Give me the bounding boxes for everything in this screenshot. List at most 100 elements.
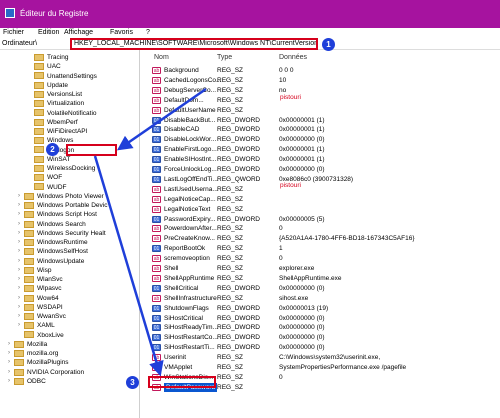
value-row[interactable]: ab Shell REG_SZ explorer.exe: [140, 264, 500, 273]
column-header-data[interactable]: Données: [279, 54, 307, 61]
tree-node[interactable]: › Wisp: [18, 266, 51, 275]
value-row[interactable]: 01 ShellCritical REG_DWORD 0x00000000 (0): [140, 284, 500, 293]
string-value-icon: ab: [152, 106, 161, 114]
value-row[interactable]: ab LastUsedUserna... REG_SZ: [140, 185, 500, 194]
tree-node[interactable]: › WwanSvc: [18, 312, 66, 321]
value-row[interactable]: ab PreCreateKnow... REG_SZ {A520A1A4-1780-4…: [140, 234, 500, 243]
value-row[interactable]: ab DefaultUserName REG_SZ: [140, 106, 500, 115]
value-row[interactable]: ab VMApplet REG_SZ SystemPropertiesPerforma…: [140, 363, 500, 372]
value-row[interactable]: ab Background REG_SZ 0 0 0: [140, 66, 500, 75]
tree-node[interactable]: › Windows Security Healt: [18, 229, 106, 238]
folder-icon: [34, 90, 44, 98]
tree-node[interactable]: › Windows Script Host: [18, 210, 97, 219]
binary-value-icon: 01: [152, 314, 161, 322]
value-row[interactable]: 01 LastLogOffEndTi... REG_QWORD 0xe8086c0 (…: [140, 175, 500, 184]
tree-node-label: WiFiDirectAPI: [47, 128, 88, 135]
value-data: 0 0 0: [279, 67, 294, 74]
value-row[interactable]: ab CachedLogonsCo... REG_SZ 10: [140, 76, 500, 85]
tree-node[interactable]: › WindowsRuntime: [18, 238, 88, 247]
tree-node[interactable]: › Mozilla: [8, 340, 47, 349]
menu-edition[interactable]: Edition: [38, 29, 59, 36]
value-row[interactable]: ab ShellInfrastructure REG_SZ sihost.exe: [140, 294, 500, 303]
tree-node-label: Mozilla: [27, 340, 48, 348]
value-row[interactable]: 01 SiHostRestartTi... REG_DWORD 0x00000000 …: [140, 343, 500, 352]
value-row[interactable]: 01 SiHostRestartCo... REG_DWORD 0x00000000 …: [140, 333, 500, 342]
value-row[interactable]: ab LegalNoticeText REG_SZ: [140, 205, 500, 214]
address-input[interactable]: HKEY_LOCAL_MACHINE\SOFTWARE\Microsoft\Wi…: [70, 38, 318, 50]
value-row[interactable]: 01 DisableBackBut... REG_DWORD 0x00000001 (…: [140, 116, 500, 125]
string-value-icon: ab: [152, 235, 161, 243]
tree-node[interactable]: › Windows Portable Devic: [18, 201, 107, 210]
folder-icon: [24, 257, 34, 265]
tree-node[interactable]: › XAML: [18, 321, 55, 330]
value-row[interactable]: ab PowerdownAfter... REG_SZ 0: [140, 224, 500, 233]
folder-icon: [24, 294, 34, 302]
tree-node-label: WUDF: [47, 183, 67, 191]
value-type: REG_QWORD: [217, 175, 261, 183]
string-value-icon: ab: [152, 86, 161, 94]
string-value-icon: ab: [152, 96, 161, 104]
tree-node[interactable]: WOF: [28, 173, 62, 182]
tree-node[interactable]: UAC: [28, 62, 61, 71]
value-row[interactable]: 01 EnableFirstLogo... REG_DWORD 0x00000001 …: [140, 145, 500, 154]
menu-favoris[interactable]: Favoris: [110, 29, 133, 36]
tree-node[interactable]: › Windows Photo Viewer: [18, 192, 104, 201]
string-value-icon: ab: [152, 255, 161, 263]
tree-node[interactable]: › Wow64: [18, 294, 59, 303]
tree-node[interactable]: WbemPerf: [28, 118, 78, 127]
tree-node[interactable]: UnattendSettings: [28, 72, 97, 81]
tree-node[interactable]: WiFiDirectAPI: [28, 127, 87, 136]
value-row[interactable]: ab DefaultDom... REG_SZ: [140, 96, 500, 105]
tree-node[interactable]: › WindowsSelfHost: [18, 247, 88, 256]
value-row[interactable]: 01 DisableCAD REG_DWORD 0x00000001 (1): [140, 125, 500, 134]
tree-node-label: WlanSvc: [37, 276, 63, 284]
column-header-type[interactable]: Type: [217, 54, 232, 61]
column-header-name[interactable]: Nom: [154, 54, 169, 61]
tree-node[interactable]: Virtualization: [28, 99, 84, 108]
tree-node[interactable]: › WSDAPI: [18, 303, 63, 312]
tree-node[interactable]: Tracing: [28, 53, 68, 62]
value-row[interactable]: ab Userinit REG_SZ C:\Windows\system32\user…: [140, 353, 500, 362]
value-row[interactable]: ab ShellAppRuntime REG_SZ ShellAppRuntime.e…: [140, 274, 500, 283]
tree-node[interactable]: › mozilla.org: [8, 349, 58, 358]
value-row[interactable]: 01 ReportBootOk REG_SZ 1: [140, 244, 500, 253]
value-data: {A520A1A4-1780-4FF6-BD18-167343C5AF16}: [279, 235, 415, 243]
menu-affichage[interactable]: Affichage: [64, 29, 93, 36]
tree-node[interactable]: › ODBC: [8, 377, 46, 386]
value-type: REG_SZ: [217, 185, 244, 193]
tree-node[interactable]: › Windows Search: [18, 220, 86, 229]
value-row[interactable]: 01 SiHostCritical REG_DWORD 0x00000000 (0): [140, 314, 500, 323]
value-row[interactable]: 01 DisableLockWor... REG_DWORD 0x00000000 (…: [140, 135, 500, 144]
tree-node[interactable]: › WindowsUpdate: [18, 257, 84, 266]
tree-node[interactable]: › NVIDIA Corporation: [8, 368, 84, 377]
tree-node[interactable]: › MozillaPlugins: [8, 358, 69, 367]
value-row[interactable]: 01 ShutdownFlags REG_DWORD 0x00000013 (19): [140, 304, 500, 313]
value-type: REG_SZ: [217, 235, 244, 243]
value-row[interactable]: ab scremoveoption REG_SZ 0: [140, 254, 500, 263]
value-row[interactable]: 01 EnableSIHostInt... REG_DWORD 0x00000001 …: [140, 155, 500, 164]
registry-tree[interactable]: Tracing UAC UnattendSettings Update Versions…: [0, 50, 140, 418]
tree-node[interactable]: XboxLive: [18, 331, 64, 340]
menu-fichier[interactable]: Fichier: [3, 29, 24, 36]
tree-node[interactable]: › WlanSvc: [18, 275, 63, 284]
values-pane[interactable]: Nom Type Données ab Background REG_SZ 0 0 0…: [140, 50, 500, 418]
value-row[interactable]: 01 ForceUnlockLog... REG_DWORD 0x00000000 (…: [140, 165, 500, 174]
tree-node[interactable]: VersionsList: [28, 90, 82, 99]
tree-node[interactable]: › Wlpasvc: [18, 284, 62, 293]
tree-node[interactable]: WUDF: [28, 183, 67, 192]
value-row[interactable]: 01 SiHostReadyTim... REG_DWORD 0x00000000 (…: [140, 323, 500, 332]
value-type: REG_SZ: [217, 255, 244, 263]
tree-node[interactable]: WirelessDocking: [28, 164, 95, 173]
value-name: Shell: [164, 265, 179, 272]
value-row[interactable]: ab DebugServerCo... REG_SZ no: [140, 86, 500, 95]
tree-node-label: Windows Search: [37, 220, 86, 228]
folder-icon: [34, 155, 44, 163]
tree-node-label: Windows Portable Devic: [37, 202, 108, 210]
value-name: SiHostReadyTim...: [164, 324, 218, 332]
value-row[interactable]: ab LegalNoticeCap... REG_SZ: [140, 195, 500, 204]
tree-node[interactable]: WinSAT: [28, 155, 70, 164]
menu-help[interactable]: ?: [146, 29, 150, 36]
tree-node[interactable]: VolatileNotificatio: [28, 109, 97, 118]
tree-node[interactable]: Update: [28, 81, 68, 90]
value-row[interactable]: 01 PasswordExpiry... REG_DWORD 0x00000005 (…: [140, 215, 500, 224]
